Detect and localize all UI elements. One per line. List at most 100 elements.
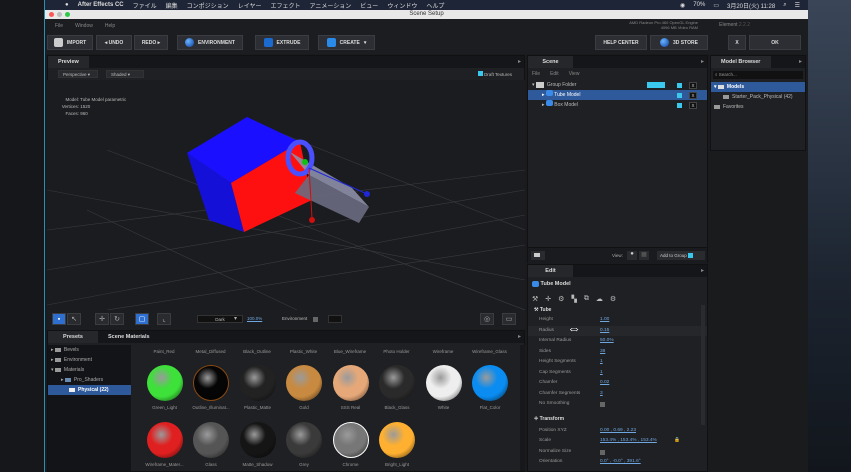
- copy-icon[interactable]: ⧉: [584, 295, 589, 303]
- tab-edit[interactable]: Edit: [528, 265, 573, 277]
- delete-button[interactable]: X: [689, 102, 697, 109]
- property-value[interactable]: 3: [600, 389, 603, 400]
- axis-tool-button[interactable]: ⌞: [157, 313, 171, 325]
- scale-values[interactable]: 153.4% , 153.4% , 153.4%: [600, 436, 657, 447]
- property-value[interactable]: 0.02: [600, 378, 609, 389]
- tree-item-pro-shaders[interactable]: ▸ Pro_Shaders: [48, 375, 131, 385]
- mac-menu[interactable]: ビュー: [360, 1, 378, 10]
- menu-help[interactable]: Help: [105, 23, 115, 29]
- property-value[interactable]: 50.0%: [600, 336, 614, 347]
- normalize-checkbox[interactable]: [600, 449, 605, 455]
- delete-button[interactable]: X: [689, 82, 697, 89]
- camera-dropdown[interactable]: Perspective ▾: [58, 70, 98, 78]
- mac-menu[interactable]: ヘルプ: [426, 1, 444, 10]
- tree-item-bevels[interactable]: ▸ Bevels: [48, 345, 131, 355]
- browser-item-starter-pack[interactable]: Starter_Pack_Physical (42): [711, 92, 805, 102]
- section-transform[interactable]: ✛ Transform: [528, 412, 707, 426]
- scale-tool-button[interactable]: ▢: [135, 313, 149, 325]
- material-icon[interactable]: ▚: [571, 295, 576, 303]
- mac-menu[interactable]: アニメーション: [310, 1, 352, 10]
- mac-menu[interactable]: 編集: [166, 1, 178, 10]
- shading-dropdown[interactable]: Shaded ▾: [106, 70, 144, 78]
- undo-button[interactable]: ◂ UNDO: [96, 35, 132, 50]
- environment-button[interactable]: ENVIRONMENT: [177, 35, 243, 50]
- rotate-tool-button[interactable]: ↻: [110, 313, 124, 325]
- group-color-swatch[interactable]: [647, 82, 665, 88]
- mac-menu[interactable]: コンポジション: [187, 1, 229, 10]
- material-item[interactable]: Plastic_White: [281, 349, 327, 354]
- menu-file[interactable]: File: [55, 23, 63, 29]
- material-item[interactable]: Paint_Red: [141, 349, 187, 354]
- panel-menu-icon[interactable]: ▸: [701, 267, 704, 274]
- extrude-button[interactable]: EXTRUDE: [255, 35, 309, 50]
- scene-item-box-model[interactable]: ▸ Box Model X: [528, 100, 707, 110]
- gears-icon[interactable]: ⚙: [558, 295, 564, 303]
- zoom-value[interactable]: 100.0%: [247, 316, 262, 321]
- camera-tool-button[interactable]: ▪: [52, 313, 66, 325]
- zoom-window-button[interactable]: [65, 12, 70, 17]
- minimize-window-button[interactable]: [57, 12, 62, 17]
- mac-menu[interactable]: ファイル: [133, 1, 157, 10]
- property-value[interactable]: 0.15: [600, 326, 609, 337]
- transform-icon[interactable]: ✛: [545, 295, 551, 303]
- lock-icon[interactable]: 🔒: [674, 436, 680, 447]
- no-smoothing-checkbox[interactable]: [600, 402, 605, 407]
- delete-button[interactable]: X: [689, 92, 697, 99]
- tab-model-browser[interactable]: Model Browser: [711, 56, 771, 68]
- material-item[interactable]: Metal_Diffused: [188, 349, 234, 354]
- clock[interactable]: 3月20日(火) 11:28: [727, 1, 775, 10]
- panel-menu-icon[interactable]: ▸: [518, 333, 521, 340]
- move-tool-button[interactable]: ✛: [95, 313, 109, 325]
- browser-item-favorites[interactable]: Favorites: [711, 102, 805, 112]
- scene-menu-file[interactable]: File: [532, 71, 540, 77]
- section-tube[interactable]: ⚒ Tube: [528, 305, 707, 315]
- battery-percent[interactable]: 70%: [693, 2, 705, 8]
- wifi-icon[interactable]: ◉: [680, 2, 685, 9]
- target-button[interactable]: ◎: [480, 313, 494, 325]
- view-solid-button[interactable]: ●: [627, 251, 637, 260]
- help-center-button[interactable]: HELP CENTER: [595, 35, 647, 50]
- material-item[interactable]: Bright_Light: [370, 422, 425, 467]
- apple-icon[interactable]: ●: [65, 2, 69, 8]
- select-tool-button[interactable]: ↖: [67, 313, 81, 325]
- scene-item-tube-model[interactable]: ▸ Tube Model X: [528, 90, 707, 100]
- view-grid-button[interactable]: ▦: [639, 251, 649, 260]
- tab-scene-materials[interactable]: Scene Materials: [98, 331, 160, 343]
- environment-swatch[interactable]: [328, 315, 342, 323]
- environment-checkbox[interactable]: [313, 317, 318, 322]
- notification-icon[interactable]: ☰: [795, 2, 800, 9]
- gallery-scrollbar[interactable]: [520, 345, 525, 471]
- scene-menu-edit[interactable]: Edit: [550, 71, 559, 77]
- position-values[interactable]: 0.00 , 0.69 , 2.23: [600, 426, 636, 437]
- deform-icon[interactable]: ☁: [596, 295, 603, 303]
- material-item[interactable]: Wireframe_Glass: [467, 349, 513, 354]
- tree-item-environment[interactable]: ▸ Environment: [48, 355, 131, 365]
- panel-menu-icon[interactable]: ▸: [701, 58, 704, 65]
- tab-preview[interactable]: Preview: [48, 56, 89, 68]
- cancel-button[interactable]: X: [728, 35, 746, 50]
- 3d-viewport[interactable]: Model: Tube Model parametric Vertices: 1…: [47, 80, 525, 310]
- wrench-icon[interactable]: ⚒: [532, 295, 538, 303]
- property-value[interactable]: 1: [600, 357, 603, 368]
- menu-window[interactable]: Window: [75, 23, 93, 29]
- panel-menu-icon[interactable]: ▸: [799, 58, 802, 65]
- material-item[interactable]: Blue_Wireframe: [327, 349, 373, 354]
- property-value[interactable]: 38: [600, 347, 605, 358]
- 3d-store-button[interactable]: 3D STORE: [650, 35, 708, 50]
- spotlight-icon[interactable]: ⌕: [783, 2, 786, 9]
- property-value[interactable]: 1: [600, 368, 603, 379]
- material-item[interactable]: Flat_Color: [463, 365, 518, 410]
- visibility-toggle[interactable]: [677, 83, 682, 88]
- tab-scene[interactable]: Scene: [528, 56, 573, 68]
- material-item[interactable]: Black_Outline: [234, 349, 280, 354]
- add-to-group-button[interactable]: Add to Group: [657, 251, 705, 260]
- orientation-values[interactable]: 0.0° , -0.0° , 391.6°: [600, 457, 641, 468]
- scene-item-group-folder[interactable]: ▾ Group Folder X: [528, 80, 707, 90]
- mac-menu[interactable]: エフェクト: [271, 1, 301, 10]
- app-name[interactable]: After Effects CC: [78, 2, 124, 8]
- material-item[interactable]: Photo Holder: [374, 349, 420, 354]
- import-button[interactable]: IMPORT: [47, 35, 93, 50]
- render-preview-button[interactable]: ▭: [502, 313, 516, 325]
- edit-scrollbar[interactable]: [701, 305, 705, 425]
- draft-textures-toggle[interactable]: Draft Textures: [477, 71, 512, 77]
